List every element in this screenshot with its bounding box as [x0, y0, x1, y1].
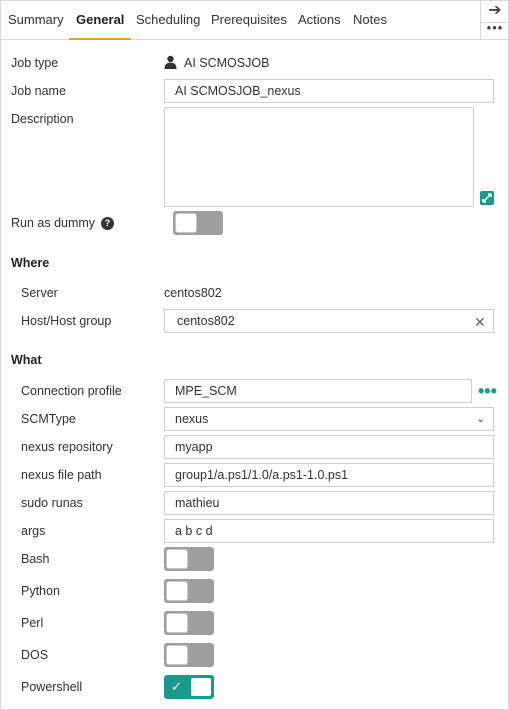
- more-options-icon[interactable]: •••: [478, 382, 497, 400]
- more-icon[interactable]: •••: [481, 21, 509, 38]
- bash-label: Bash: [21, 552, 50, 566]
- dos-toggle[interactable]: [164, 643, 214, 667]
- job-name-label: Job name: [11, 84, 66, 98]
- host-input[interactable]: centos802: [164, 309, 494, 333]
- description-textarea[interactable]: [164, 107, 474, 207]
- sudo-runas-label: sudo runas: [21, 496, 83, 510]
- scmtype-label: SCMType: [21, 412, 76, 426]
- toggle-knob: [166, 581, 188, 601]
- server-value: centos802: [164, 286, 222, 300]
- bash-toggle[interactable]: [164, 547, 214, 571]
- tab-prerequisites[interactable]: Prerequisites: [211, 0, 287, 40]
- perl-toggle[interactable]: [164, 611, 214, 635]
- where-section-title: Where: [11, 256, 50, 270]
- perl-label: Perl: [21, 616, 44, 630]
- toggle-knob: [175, 213, 197, 233]
- toggle-knob: [166, 613, 188, 633]
- job-type-label: Job type: [11, 56, 59, 70]
- run-as-dummy-toggle[interactable]: [173, 211, 223, 235]
- powershell-toggle[interactable]: ✓: [164, 675, 214, 699]
- user-icon: [164, 55, 177, 69]
- tab-summary[interactable]: Summary: [8, 0, 64, 40]
- tab-scheduling[interactable]: Scheduling: [136, 0, 200, 40]
- server-label: Server: [21, 286, 58, 300]
- job-name-input[interactable]: AI SCMOSJOB_nexus: [164, 79, 494, 103]
- host-label: Host/Host group: [21, 314, 112, 328]
- tab-actions[interactable]: Actions: [298, 0, 341, 40]
- description-label: Description: [11, 112, 74, 126]
- clear-icon[interactable]: ✕: [474, 315, 486, 329]
- help-icon[interactable]: ?: [101, 217, 114, 230]
- toggle-knob: [166, 549, 188, 569]
- scmtype-select[interactable]: nexus: [164, 407, 494, 431]
- run-as-dummy-label: Run as dummy: [11, 216, 96, 230]
- python-label: Python: [21, 584, 60, 598]
- powershell-label: Powershell: [21, 680, 83, 694]
- side-controls: ➔ •••: [480, 0, 509, 40]
- dos-label: DOS: [21, 648, 49, 662]
- nexus-file-path-label: nexus file path: [21, 468, 102, 482]
- toggle-knob: [190, 677, 212, 697]
- sudo-runas-input[interactable]: mathieu: [164, 491, 494, 515]
- python-toggle[interactable]: [164, 579, 214, 603]
- arrow-right-icon[interactable]: ➔: [481, 0, 509, 22]
- connection-profile-label: Connection profile: [21, 384, 122, 398]
- expand-icon[interactable]: [480, 191, 494, 205]
- tab-notes[interactable]: Notes: [353, 0, 387, 40]
- args-label: args: [21, 524, 46, 538]
- tab-bar: Summary General Scheduling Prerequisites…: [0, 0, 480, 40]
- tab-general[interactable]: General: [69, 0, 132, 40]
- chevron-down-icon[interactable]: ⌄: [476, 412, 485, 425]
- nexus-repository-label: nexus repository: [21, 440, 113, 454]
- connection-profile-input[interactable]: MPE_SCM: [164, 379, 472, 403]
- check-icon: ✓: [171, 679, 182, 694]
- toggle-knob: [166, 645, 188, 665]
- nexus-file-path-input[interactable]: group1/a.ps1/1.0/a.ps1-1.0.ps1: [164, 463, 494, 487]
- what-section-title: What: [11, 353, 42, 367]
- nexus-repository-input[interactable]: myapp: [164, 435, 494, 459]
- job-type-value: AI SCMOSJOB: [184, 56, 270, 70]
- args-input[interactable]: a b c d: [164, 519, 494, 543]
